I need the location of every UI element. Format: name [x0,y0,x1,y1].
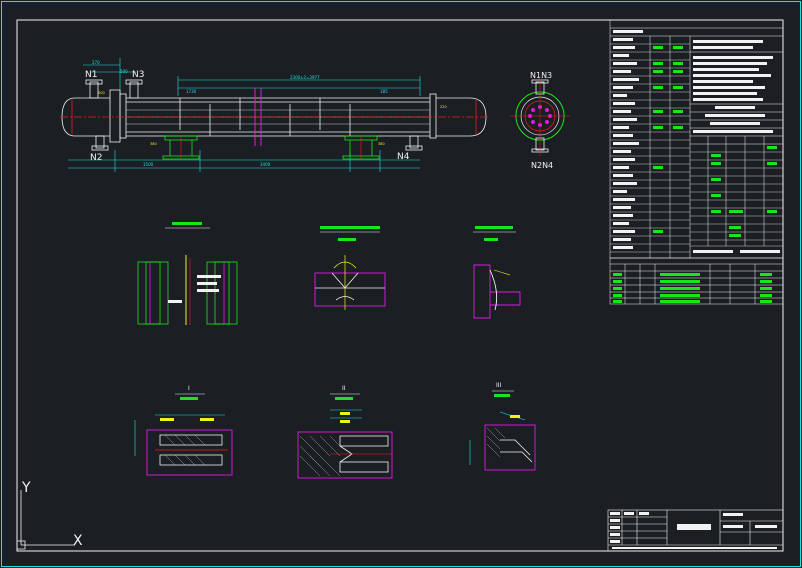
svg-text:500: 500 [120,69,128,74]
ucs-axis-y: Y [21,480,31,496]
section-mark-iii: III [496,382,502,389]
svg-text:380: 380 [150,142,157,146]
svg-text:3400: 3400 [260,162,271,167]
svg-text:2300±2=3977: 2300±2=3977 [290,75,320,80]
nozzle-label-n4: N4 [397,152,410,162]
nozzle-label-n2n4: N2N4 [531,161,553,170]
section-mark-ii: II [342,385,346,392]
cad-drawing-canvas[interactable]: 2300±2=3977 3400 1500 270 1730 185 500 5… [0,0,802,568]
nozzle-label-n2: N2 [90,153,102,163]
nozzle-label-n1: N1 [85,70,97,80]
svg-text:380: 380 [378,142,385,146]
section-mark-i: I [188,385,190,392]
ucs-axis-x: X [73,533,83,549]
svg-text:185: 185 [380,89,388,94]
nozzle-label-n3: N3 [132,70,144,80]
svg-text:270: 270 [92,60,100,65]
svg-text:220: 220 [440,105,447,109]
svg-text:1500: 1500 [143,162,154,167]
svg-text:500: 500 [98,91,105,95]
nozzle-label-n1n3: N1N3 [530,71,552,80]
svg-text:1730: 1730 [186,89,197,94]
